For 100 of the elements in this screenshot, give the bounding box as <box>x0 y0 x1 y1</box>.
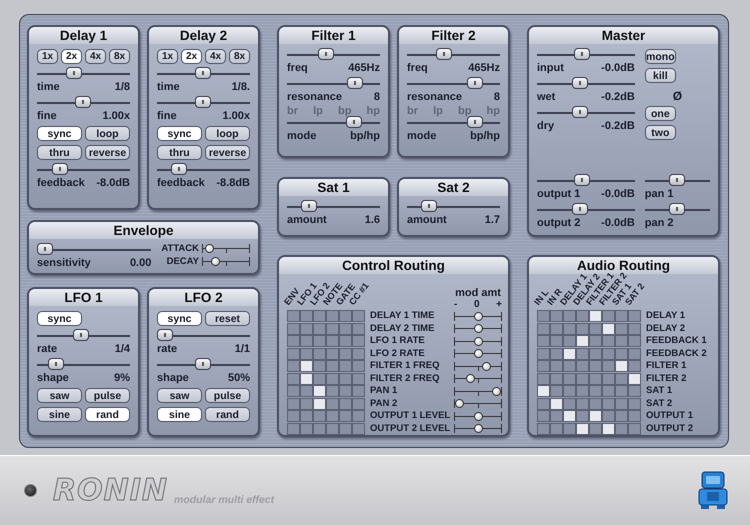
slider-thumb[interactable] <box>572 77 588 89</box>
slider-thumb[interactable] <box>574 48 590 60</box>
slider-thumb[interactable] <box>170 163 187 175</box>
slider[interactable] <box>37 96 130 110</box>
routing-cell[interactable] <box>352 348 365 360</box>
toggle-button[interactable]: 1x <box>157 49 178 64</box>
routing-cell[interactable] <box>313 322 326 335</box>
routing-cell[interactable] <box>550 335 563 348</box>
toggle-button[interactable]: thru <box>157 145 202 160</box>
routing-cell[interactable] <box>287 410 300 422</box>
routing-cell[interactable] <box>615 385 628 398</box>
slider-thumb[interactable] <box>467 77 484 89</box>
slider-knob[interactable] <box>474 312 482 321</box>
routing-cell[interactable] <box>287 372 300 385</box>
mod-slider[interactable] <box>454 336 502 346</box>
slider-thumb[interactable] <box>669 203 686 215</box>
toggle-button[interactable]: two <box>644 125 676 140</box>
slider-thumb[interactable] <box>572 106 588 118</box>
slider-knob[interactable] <box>474 424 482 434</box>
routing-cell[interactable] <box>602 310 615 322</box>
routing-cell[interactable] <box>602 348 615 360</box>
toggle-button[interactable]: one <box>644 106 676 121</box>
routing-cell[interactable] <box>589 335 602 348</box>
toggle-button[interactable]: rand <box>85 407 130 422</box>
slider-thumb[interactable] <box>300 200 317 212</box>
slider-thumb[interactable] <box>194 96 211 108</box>
routing-cell[interactable] <box>313 398 326 410</box>
toggle-button[interactable]: saw <box>37 388 82 403</box>
slider[interactable] <box>37 163 130 177</box>
routing-cell[interactable] <box>537 310 550 322</box>
slider[interactable] <box>157 163 250 177</box>
toggle-button[interactable]: sync <box>37 126 82 141</box>
slider-knob[interactable] <box>474 324 482 334</box>
routing-cell[interactable] <box>628 335 641 348</box>
toggle-button[interactable]: sync <box>157 126 202 141</box>
routing-cell[interactable] <box>615 372 628 385</box>
routing-cell[interactable] <box>537 398 550 410</box>
slider-knob[interactable] <box>466 374 476 384</box>
routing-cell[interactable] <box>589 410 602 422</box>
routing-cell[interactable] <box>287 398 300 410</box>
mod-slider[interactable] <box>454 386 502 396</box>
slider-thumb[interactable] <box>157 329 173 341</box>
routing-cell[interactable] <box>537 360 550 372</box>
routing-cell[interactable] <box>339 335 352 348</box>
slider-thumb[interactable] <box>467 116 484 128</box>
slider[interactable] <box>37 358 130 372</box>
routing-cell[interactable] <box>628 322 641 335</box>
slider-thumb[interactable] <box>194 358 211 370</box>
slider[interactable] <box>202 257 250 266</box>
routing-cell[interactable] <box>563 335 576 348</box>
routing-cell[interactable] <box>352 335 365 348</box>
slider-thumb[interactable] <box>73 329 90 341</box>
toggle-button[interactable]: 4x <box>85 49 106 64</box>
toggle-button[interactable]: loop <box>85 126 130 141</box>
slider[interactable] <box>157 358 250 372</box>
routing-cell[interactable] <box>602 360 615 372</box>
slider[interactable] <box>157 96 250 110</box>
slider[interactable] <box>537 48 635 62</box>
routing-cell[interactable] <box>287 310 300 322</box>
routing-cell[interactable] <box>628 360 641 372</box>
toggle-button[interactable]: sine <box>37 407 82 422</box>
toggle-button[interactable]: sync <box>37 311 82 326</box>
routing-cell[interactable] <box>313 422 326 435</box>
routing-cell[interactable] <box>352 372 365 385</box>
routing-cell[interactable] <box>326 398 339 410</box>
routing-cell[interactable] <box>287 360 300 372</box>
slider-thumb[interactable] <box>436 48 452 60</box>
routing-cell[interactable] <box>326 360 339 372</box>
routing-cell[interactable] <box>300 385 313 398</box>
routing-cell[interactable] <box>563 385 576 398</box>
toggle-button[interactable]: sine <box>157 407 202 422</box>
slider-knob[interactable] <box>204 244 214 253</box>
routing-cell[interactable] <box>563 410 576 422</box>
slider-knob[interactable] <box>474 336 482 346</box>
mod-slider[interactable] <box>454 424 502 434</box>
routing-cell[interactable] <box>550 422 563 435</box>
routing-cell[interactable] <box>326 310 339 322</box>
slider[interactable] <box>537 203 635 217</box>
routing-cell[interactable] <box>287 322 300 335</box>
toggle-button[interactable]: pulse <box>85 388 130 403</box>
routing-cell[interactable] <box>326 385 339 398</box>
routing-cell[interactable] <box>550 385 563 398</box>
toggle-button[interactable]: 2x <box>181 49 202 64</box>
routing-cell[interactable] <box>313 385 326 398</box>
slider-thumb[interactable] <box>574 174 590 186</box>
slider-knob[interactable] <box>455 399 464 408</box>
toggle-button[interactable]: reverse <box>205 145 250 160</box>
mod-slider[interactable] <box>454 349 502 358</box>
routing-cell[interactable] <box>287 422 300 435</box>
toggle-button[interactable]: 8x <box>109 49 130 64</box>
routing-cell[interactable] <box>339 410 352 422</box>
slider-knob[interactable] <box>474 412 482 421</box>
slider[interactable] <box>37 329 130 343</box>
slider-thumb[interactable] <box>346 116 362 128</box>
routing-cell[interactable] <box>537 385 550 398</box>
routing-cell[interactable] <box>537 348 550 360</box>
routing-cell[interactable] <box>550 410 563 422</box>
routing-cell[interactable] <box>576 348 589 360</box>
routing-cell[interactable] <box>339 310 352 322</box>
slider[interactable] <box>287 200 380 214</box>
